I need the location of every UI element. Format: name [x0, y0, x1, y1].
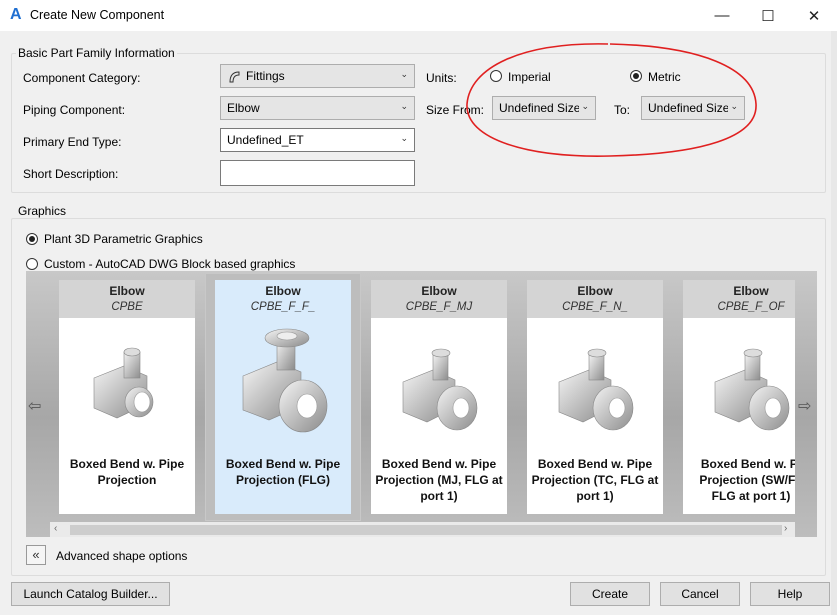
card-title: Elbow [421, 284, 457, 298]
custom-radio[interactable] [26, 258, 38, 270]
scroll-right-icon[interactable]: › [784, 523, 787, 534]
card-header: Elbow CPBE_F_MJ [371, 280, 507, 318]
card-header: Elbow CPBE_F_N_ [527, 280, 663, 318]
card-code: CPBE_F_MJ [405, 301, 473, 313]
double-chevron-left-icon[interactable]: « [26, 545, 46, 565]
card-desc-line: Projection (FLG) [236, 473, 330, 487]
scroll-left-arrow-icon[interactable]: ⇦ [28, 396, 41, 416]
parametric-radio[interactable] [26, 233, 38, 245]
autocad-app-icon: A [10, 6, 22, 23]
card-title: Elbow [733, 284, 769, 298]
card-description: Boxed Bend w. Pipe Projection (TC, FLG a… [529, 456, 661, 504]
card-description: Boxed Bend w. Pipe Projection (MJ, FLG a… [373, 456, 505, 504]
window-title: Create New Component [30, 8, 165, 22]
piping-label: Piping Component: [23, 103, 126, 117]
card-title: Elbow [109, 284, 145, 298]
card-desc-line: Boxed Bend w. Pipe [381, 457, 497, 471]
card-code: CPBE_F_N_ [562, 301, 628, 313]
scroll-left-icon[interactable]: ‹ [54, 523, 57, 534]
card-description: Boxed Bend w. Pipe Projection [61, 456, 193, 488]
elbow-flanged-icon [558, 348, 634, 431]
elbow-icon [93, 347, 154, 419]
card-desc-line: FLG at port 1) [711, 489, 791, 503]
piping-dropdown[interactable]: Elbow ⌄ [220, 96, 415, 120]
endtype-label: Primary End Type: [23, 135, 122, 149]
chevron-down-icon: ⌄ [400, 133, 408, 143]
elbow-flanged-icon [242, 328, 328, 433]
minimize-button[interactable]: — [699, 0, 745, 31]
maximize-button[interactable]: ☐ [745, 0, 791, 31]
card-desc-line: Projection (SW/FF [699, 473, 795, 487]
card-desc-line: Boxed Bend w. Pipe [537, 457, 653, 471]
launch-catalog-button[interactable]: Launch Catalog Builder... [11, 582, 170, 606]
endtype-value: Undefined_ET [227, 133, 304, 147]
card-code: CPBE_F_OF [717, 301, 785, 313]
card-header: Elbow CPBE [59, 280, 195, 318]
shape-card-selected[interactable]: Elbow CPBE_F_F_ Boxed Bend w. Pipe Proje… [215, 280, 351, 514]
card-desc-line: Boxed Bend w. Pi [700, 457, 795, 471]
scroll-right-arrow-icon[interactable]: ⇨ [798, 396, 811, 416]
card-header: Elbow CPBE_F_F_ [215, 280, 351, 318]
elbow-flanged-icon [402, 348, 478, 431]
card-desc-line: port 1) [576, 489, 614, 503]
elbow-flanged-icon [714, 348, 790, 431]
card-desc-line: Projection (TC, FLG at [531, 473, 659, 487]
card-description: Boxed Bend w. Pipe Projection (FLG) [217, 456, 349, 488]
card-header: Elbow CPBE_F_OF [683, 280, 795, 318]
graphics-legend: Graphics [16, 204, 69, 218]
card-desc-line: Projection [97, 473, 157, 487]
red-annotation-ellipse [466, 43, 757, 157]
cancel-button[interactable]: Cancel [660, 582, 740, 606]
shape-card[interactable]: Elbow CPBE_F_OF Boxed Bend w. Pi Project… [683, 280, 795, 514]
parametric-label: Plant 3D Parametric Graphics [44, 232, 203, 246]
resize-edge [831, 31, 837, 615]
card-description: Boxed Bend w. Pi Projection (SW/FF FLG a… [685, 456, 795, 504]
create-button[interactable]: Create [570, 582, 650, 606]
chevron-down-icon: ⌄ [400, 101, 408, 111]
card-title: Elbow [577, 284, 613, 298]
help-button[interactable]: Help [750, 582, 830, 606]
category-value: Fittings [246, 69, 285, 83]
custom-label: Custom - AutoCAD DWG Block based graphic… [44, 257, 296, 271]
card-desc-line: Boxed Bend w. Pipe [69, 457, 185, 471]
card-clip: Elbow CPBE_F_OF Boxed Bend w. Pi Project… [683, 280, 795, 514]
card-desc-line: Projection (MJ, FLG at [375, 473, 503, 487]
shape-card[interactable]: Elbow CPBE_F_MJ Boxed Bend w. Pipe Proje… [371, 280, 507, 514]
close-button[interactable]: ✕ [791, 0, 837, 31]
card-desc-line: port 1) [420, 489, 458, 503]
card-code: CPBE [111, 301, 143, 313]
shape-card[interactable]: Elbow CPBE Boxed Bend w. Pipe Projection [59, 280, 195, 514]
card-desc-line: Boxed Bend w. Pipe [225, 457, 341, 471]
category-label: Component Category: [23, 71, 141, 85]
shortdesc-input[interactable] [220, 160, 415, 186]
advanced-label: Advanced shape options [56, 549, 188, 563]
fittings-icon [229, 71, 240, 83]
units-label: Units: [426, 71, 457, 85]
basic-info-legend: Basic Part Family Information [16, 46, 177, 60]
card-title: Elbow [265, 284, 301, 298]
endtype-dropdown[interactable]: Undefined_ET ⌄ [220, 128, 415, 152]
shortdesc-label: Short Description: [23, 167, 119, 181]
card-code: CPBE_F_F_ [250, 301, 316, 313]
category-dropdown[interactable]: Fittings ⌄ [220, 64, 415, 88]
shape-card[interactable]: Elbow CPBE_F_N_ Boxed Bend w. Pipe Proje… [527, 280, 663, 514]
scrollbar-thumb[interactable] [70, 525, 782, 535]
piping-value: Elbow [227, 101, 260, 115]
chevron-down-icon: ⌄ [400, 69, 408, 79]
